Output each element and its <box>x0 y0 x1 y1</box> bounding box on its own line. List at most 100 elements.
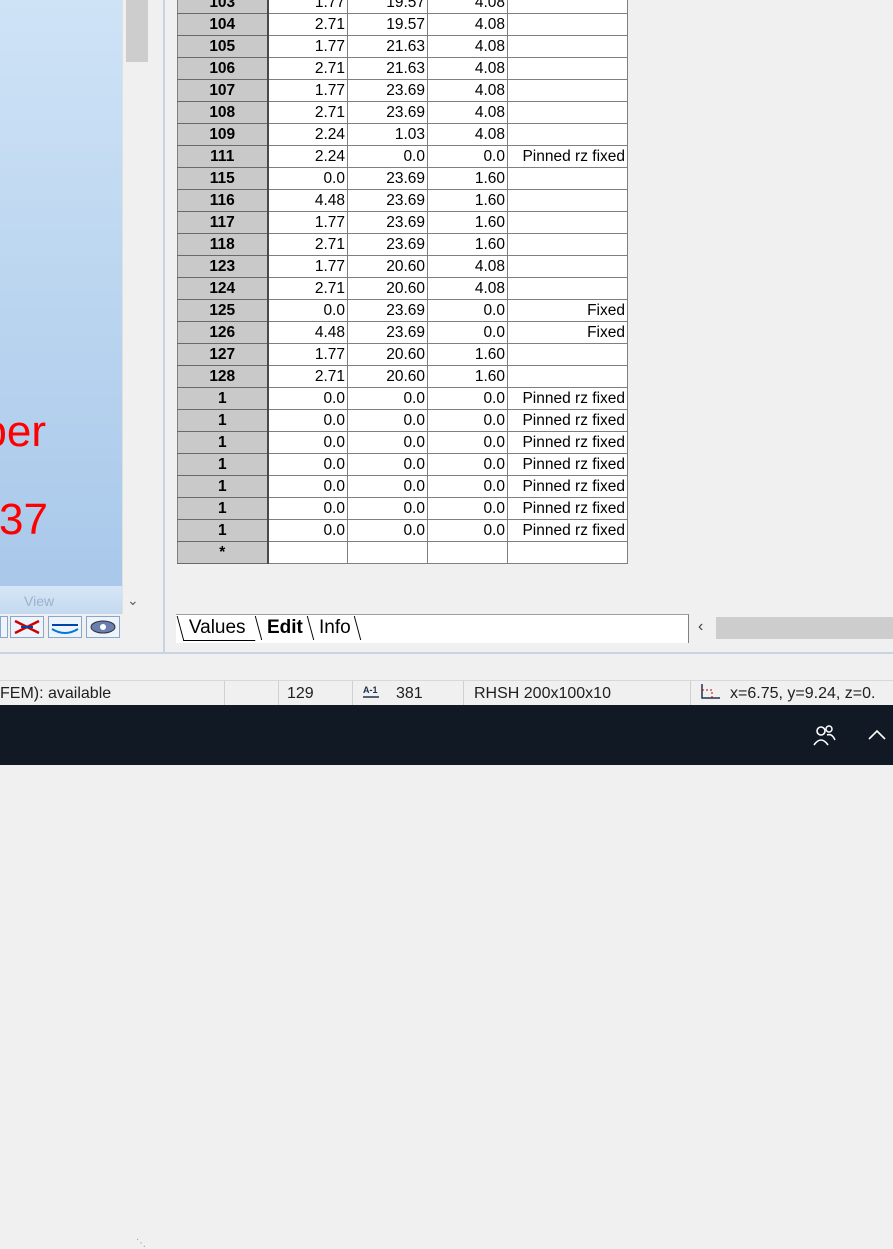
cell-support[interactable]: Pinned rz fixed <box>507 475 628 498</box>
row-header[interactable]: 1 <box>177 497 269 520</box>
cell-x[interactable]: 1.77 <box>267 211 348 234</box>
cell-z[interactable]: 0.0 <box>427 453 508 476</box>
cell-y[interactable]: 20.60 <box>347 365 428 388</box>
cell-y[interactable]: 0.0 <box>347 409 428 432</box>
row-header[interactable]: 116 <box>177 189 269 212</box>
cell-x[interactable]: 4.48 <box>267 189 348 212</box>
cell-y[interactable]: 20.60 <box>347 343 428 366</box>
cell-z[interactable]: 4.08 <box>427 79 508 102</box>
cell-y[interactable]: 0.0 <box>347 497 428 520</box>
row-header[interactable]: 128 <box>177 365 269 388</box>
cell-support[interactable] <box>507 123 628 146</box>
scrollbar-thumb[interactable] <box>126 0 148 62</box>
cell-support[interactable]: Pinned rz fixed <box>507 453 628 476</box>
row-header[interactable]: 111 <box>177 145 269 168</box>
cell-x[interactable]: 1.77 <box>267 0 348 14</box>
cell-empty[interactable] <box>347 541 428 564</box>
cell-y[interactable]: 19.57 <box>347 0 428 14</box>
cell-support[interactable]: Pinned rz fixed <box>507 519 628 542</box>
cell-z[interactable]: 4.08 <box>427 123 508 146</box>
table-row[interactable]: 1 0.0 0.0 0.0 Pinned rz fixed <box>177 431 628 454</box>
row-header[interactable]: 107 <box>177 79 269 102</box>
cell-y[interactable]: 20.60 <box>347 277 428 300</box>
table-row[interactable]: 1 0.0 0.0 0.0 Pinned rz fixed <box>177 409 628 432</box>
cell-x[interactable]: 0.0 <box>267 519 348 542</box>
cell-z[interactable]: 0.0 <box>427 497 508 520</box>
cell-y[interactable]: 0.0 <box>347 387 428 410</box>
tab-values[interactable]: Values <box>176 616 256 641</box>
cell-support[interactable]: Fixed <box>507 299 628 322</box>
table-row[interactable]: 124 2.71 20.60 4.08 <box>177 277 628 300</box>
cell-y[interactable]: 0.0 <box>347 519 428 542</box>
cell-z[interactable]: 4.08 <box>427 101 508 124</box>
cell-z[interactable]: 0.0 <box>427 387 508 410</box>
cell-z[interactable]: 0.0 <box>427 519 508 542</box>
cell-x[interactable]: 2.71 <box>267 233 348 256</box>
cell-x[interactable]: 1.77 <box>267 343 348 366</box>
table-row[interactable]: 116 4.48 23.69 1.60 <box>177 189 628 212</box>
cell-x[interactable]: 0.0 <box>267 497 348 520</box>
table-row[interactable]: 1 0.0 0.0 0.0 Pinned rz fixed <box>177 519 628 542</box>
row-header[interactable]: 106 <box>177 57 269 80</box>
cell-z[interactable]: 1.60 <box>427 365 508 388</box>
cell-y[interactable]: 23.69 <box>347 211 428 234</box>
cell-z[interactable]: 4.08 <box>427 0 508 14</box>
cell-support[interactable] <box>507 211 628 234</box>
cell-x[interactable]: 2.71 <box>267 101 348 124</box>
cell-empty[interactable] <box>267 541 348 564</box>
view-vertical-scrollbar[interactable]: ⌄ <box>122 0 151 614</box>
row-header[interactable]: 124 <box>177 277 269 300</box>
table-row[interactable]: 109 2.24 1.03 4.08 <box>177 123 628 146</box>
hide-members-icon[interactable] <box>10 616 44 638</box>
cell-y[interactable]: 20.60 <box>347 255 428 278</box>
row-header[interactable]: 109 <box>177 123 269 146</box>
table-row[interactable]: 1 0.0 0.0 0.0 Pinned rz fixed <box>177 497 628 520</box>
resize-grip-icon[interactable]: ⋱ <box>136 1238 146 1249</box>
row-header[interactable]: 117 <box>177 211 269 234</box>
cell-z[interactable]: 1.60 <box>427 211 508 234</box>
cell-z[interactable]: 1.60 <box>427 167 508 190</box>
row-header[interactable]: 1 <box>177 409 269 432</box>
cell-y[interactable]: 1.03 <box>347 123 428 146</box>
row-header[interactable]: 123 <box>177 255 269 278</box>
cell-support[interactable] <box>507 233 628 256</box>
cell-z[interactable]: 4.08 <box>427 277 508 300</box>
cell-z[interactable]: 0.0 <box>427 475 508 498</box>
cell-support[interactable] <box>507 35 628 58</box>
table-row[interactable]: 107 1.77 23.69 4.08 <box>177 79 628 102</box>
cell-z[interactable]: 0.0 <box>427 409 508 432</box>
new-row[interactable]: * <box>177 541 628 564</box>
cell-x[interactable]: 0.0 <box>267 387 348 410</box>
cell-y[interactable]: 21.63 <box>347 57 428 80</box>
cell-z[interactable]: 0.0 <box>427 299 508 322</box>
cell-z[interactable]: 4.08 <box>427 57 508 80</box>
tab-info[interactable]: Info <box>306 616 361 640</box>
cell-x[interactable]: 0.0 <box>267 167 348 190</box>
cell-x[interactable]: 1.77 <box>267 79 348 102</box>
table-row[interactable]: 125 0.0 23.69 0.0 Fixed <box>177 299 628 322</box>
cell-support[interactable] <box>507 57 628 80</box>
row-header[interactable]: 1 <box>177 453 269 476</box>
table-row[interactable]: 127 1.77 20.60 1.60 <box>177 343 628 366</box>
cell-y[interactable]: 21.63 <box>347 35 428 58</box>
people-icon[interactable] <box>812 723 836 752</box>
cell-support[interactable] <box>507 277 628 300</box>
cell-support[interactable]: Pinned rz fixed <box>507 409 628 432</box>
cell-x[interactable]: 0.0 <box>267 475 348 498</box>
cell-x[interactable]: 4.48 <box>267 321 348 344</box>
cell-support[interactable] <box>507 0 628 14</box>
cell-support[interactable]: Pinned rz fixed <box>507 387 628 410</box>
cell-x[interactable]: 2.71 <box>267 365 348 388</box>
cell-y[interactable]: 23.69 <box>347 299 428 322</box>
cell-x[interactable]: 1.77 <box>267 255 348 278</box>
cell-y[interactable]: 23.69 <box>347 321 428 344</box>
cell-x[interactable]: 0.0 <box>267 453 348 476</box>
new-row-marker[interactable]: * <box>177 541 269 564</box>
partial-toolbar-icon[interactable] <box>0 616 8 638</box>
row-header[interactable]: 125 <box>177 299 269 322</box>
cell-support[interactable] <box>507 255 628 278</box>
table-row[interactable]: 103 1.77 19.57 4.08 <box>177 0 628 14</box>
table-row[interactable]: 128 2.71 20.60 1.60 <box>177 365 628 388</box>
cell-z[interactable]: 1.60 <box>427 343 508 366</box>
table-row[interactable]: 111 2.24 0.0 0.0 Pinned rz fixed <box>177 145 628 168</box>
